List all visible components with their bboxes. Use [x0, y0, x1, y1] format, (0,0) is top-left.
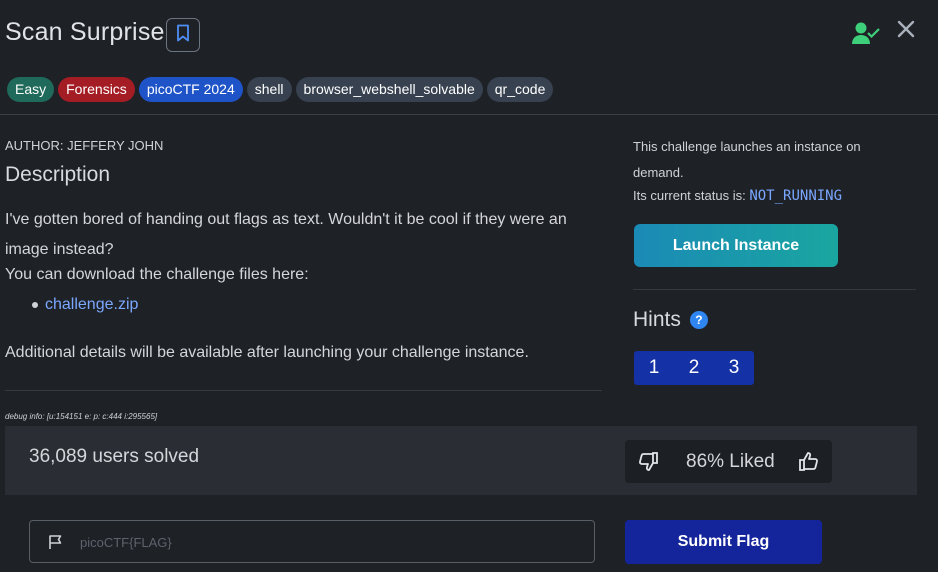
tag-category[interactable]: Forensics [58, 77, 135, 102]
description-text: I've gotten bored of handing out flags a… [5, 211, 567, 258]
tag-difficulty[interactable]: Easy [7, 77, 55, 102]
submit-flag-button[interactable]: Submit Flag [625, 520, 822, 564]
instance-status: Its current status is: NOT_RUNNING [633, 188, 842, 204]
liked-percentage: 86% Liked [686, 451, 775, 472]
tag-list: Easy Forensics picoCTF 2024 shell browse… [7, 77, 554, 102]
bookmark-button[interactable] [166, 18, 200, 52]
thumbs-up-icon[interactable] [798, 451, 819, 477]
close-icon[interactable] [896, 18, 916, 45]
solved-count: 36,089 users solved [29, 446, 200, 467]
bullet [32, 302, 38, 308]
instance-divider [633, 289, 916, 290]
description-divider [5, 390, 602, 391]
flag-icon [48, 534, 64, 555]
file-list-item: challenge.zip [32, 296, 138, 314]
launch-instance-button[interactable]: Launch Instance [634, 224, 838, 267]
status-label: Its current status is: [633, 188, 746, 203]
description-heading: Description [5, 163, 111, 186]
download-text: You can download the challenge files her… [5, 266, 309, 283]
tag-event[interactable]: picoCTF 2024 [138, 77, 243, 102]
tag-qr-code[interactable]: qr_code [486, 77, 554, 102]
thumbs-down-icon[interactable] [638, 451, 659, 477]
bookmark-icon [176, 24, 190, 47]
hint-button-2[interactable]: 2 [674, 351, 714, 385]
hints-heading: Hints [633, 308, 681, 331]
header-divider [0, 114, 938, 115]
hint-button-3[interactable]: 3 [714, 351, 754, 385]
instance-description: This challenge launches an instance on d… [633, 139, 861, 180]
hint-button-1[interactable]: 1 [634, 351, 674, 385]
help-icon[interactable]: ? [689, 311, 708, 329]
page-title: Scan Surprise [5, 18, 165, 46]
status-value: NOT_RUNNING [749, 188, 843, 204]
tag-shell[interactable]: shell [246, 77, 292, 102]
flag-input-container [29, 520, 595, 563]
flag-input[interactable] [80, 529, 580, 555]
user-check-icon[interactable] [852, 20, 880, 51]
debug-info: debug info: [u:154151 e: p: c:444 i:2955… [5, 412, 158, 421]
tag-browser-webshell[interactable]: browser_webshell_solvable [295, 77, 483, 102]
additional-details-text: Additional details will be available aft… [5, 344, 529, 361]
challenge-file-link[interactable]: challenge.zip [45, 296, 138, 314]
hints-header: Hints ? [633, 308, 708, 332]
hints-button-group: 1 2 3 [634, 351, 754, 385]
author-line: AUTHOR: JEFFERY JOHN [5, 138, 164, 153]
